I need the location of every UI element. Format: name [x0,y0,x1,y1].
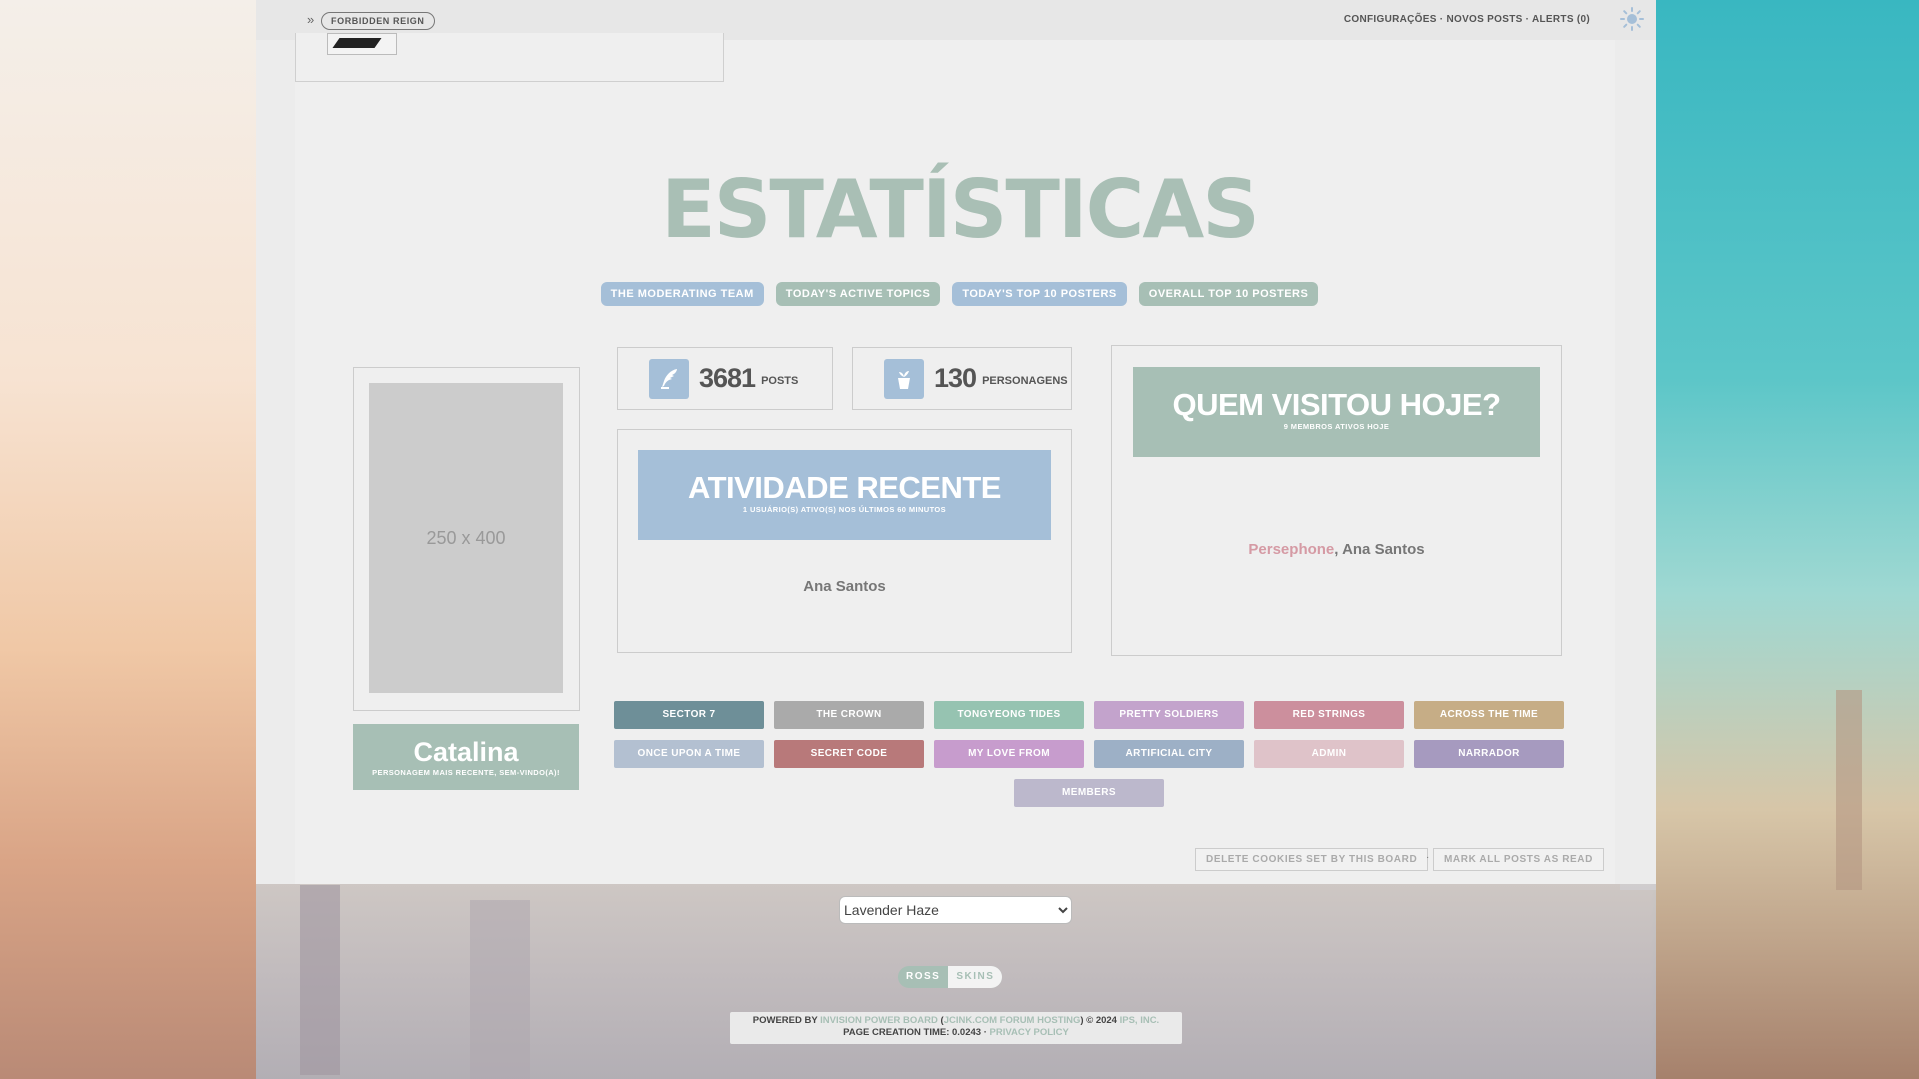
page-creation-time: PAGE CREATION TIME: 0.0243 · [843,1027,990,1038]
posts-count: 3681 [699,363,756,393]
tab-moderating-team[interactable]: THE MODERATING TEAM [600,282,764,306]
newest-member-name: Catalina [413,737,519,767]
recent-activity-header: ATIVIDADE RECENTE 1 USUÁRIO(S) ATIVO(S) … [638,450,1051,540]
visited-today-header: QUEM VISITOU HOJE? 9 MEMBROS ATIVOS HOJE [1133,367,1540,457]
credits-badge-left: ROSS [906,971,941,982]
plant-pot-icon [884,358,924,399]
tab-overall-top-posters[interactable]: OVERALL TOP 10 POSTERS [1138,282,1319,306]
background-tower [300,885,340,1075]
previous-section-box [295,33,724,82]
privacy-policy-link[interactable]: PRIVACY POLICY [990,1027,1069,1038]
nav-separator: · [1436,14,1447,25]
recent-activity-user: Ana Santos [618,578,1071,595]
background-left [0,0,256,1079]
top-nav: CONFIGURAÇÕES · NOVOS POSTS · ALERTS (0) [1344,14,1590,25]
new-posts-link[interactable]: NOVOS POSTS [1446,14,1522,25]
group-tongyeong-tides[interactable]: TONGYEONG TIDES [934,701,1084,729]
tab-todays-active-topics[interactable]: TODAY'S ACTIVE TOPICS [775,282,941,306]
group-across-the-time[interactable]: ACROSS THE TIME [1414,701,1564,729]
recent-activity-title: ATIVIDADE RECENTE [687,470,1002,505]
alerts-link[interactable]: ALERTS (0) [1532,14,1590,25]
visited-today-subtitle: 9 MEMBROS ATIVOS HOJE [1283,422,1390,431]
group-admin[interactable]: ADMIN [1254,740,1404,768]
newest-member-banner[interactable]: Catalina PERSONAGEM MAIS RECENTE, SEM-VI… [353,724,579,790]
copyright-text: POWERED BY [752,1015,821,1026]
credits-badge[interactable]: ROSS SKINS [898,966,1003,988]
group-artificial-city[interactable]: ARTIFICIAL CITY [1094,740,1244,768]
background-tower [470,900,530,1079]
footer-separator: · [1426,852,1430,863]
posts-stat: 3681 POSTS [617,347,833,410]
mark-all-read-button[interactable]: MARK ALL POSTS AS READ [1433,848,1604,871]
settings-link[interactable]: CONFIGURAÇÕES [1344,14,1437,25]
group-pretty-soldiers[interactable]: PRETTY SOLDIERS [1094,701,1244,729]
nav-separator: · [1522,14,1532,25]
stats-title: ESTATÍSTICAS [661,163,1260,256]
skin-select[interactable]: Lavender Haze [839,896,1072,924]
group-secret-code[interactable]: SECRET CODE [774,740,924,768]
copyright: POWERED BY INVISION POWER BOARD (JCINK.C… [730,1012,1182,1044]
characters-count: 130 [934,363,977,393]
jcink-link[interactable]: JCINK.COM FORUM HOSTING [944,1015,1081,1026]
recent-activity-card: ATIVIDADE RECENTE 1 USUÁRIO(S) ATIVO(S) … [617,429,1072,653]
characters-stat: 130 PERSONAGENS [852,347,1072,410]
newest-member-portrait[interactable]: 250 x 400 [369,383,563,693]
background-tower [1836,690,1862,890]
ipb-link[interactable]: INVISION POWER BOARD [820,1015,938,1026]
tab-todays-top-posters[interactable]: TODAY'S TOP 10 POSTERS [952,282,1127,306]
copyright-text: ) © 2024 [1080,1015,1120,1026]
group-red-strings[interactable]: RED STRINGS [1254,701,1404,729]
visited-today-card: QUEM VISITOU HOJE? 9 MEMBROS ATIVOS HOJE… [1111,345,1562,656]
user-link[interactable]: Ana Santos [1342,541,1425,558]
sun-icon[interactable] [1620,7,1644,31]
visited-today-title: QUEM VISITOU HOJE? [1172,387,1501,422]
user-separator: , [1334,541,1343,558]
visited-today-users: Persephone, Ana Santos [1112,541,1561,558]
group-the-crown[interactable]: THE CROWN [774,701,924,729]
posts-label: POSTS [761,375,799,387]
credits-badge-right: SKINS [948,966,1003,988]
group-narrador[interactable]: NARRADOR [1414,740,1564,768]
newest-member-caption: PERSONAGEM MAIS RECENTE, SEM-VINDO(A)! [372,768,560,777]
user-link[interactable]: Ana Santos [803,578,886,595]
group-my-love-from[interactable]: MY LOVE FROM [934,740,1084,768]
group-members[interactable]: MEMBERS [1014,779,1164,807]
breadcrumb-board-link[interactable]: FORBIDDEN REIGN [321,12,435,30]
newest-member-portrait-box: 250 x 400 [353,367,580,711]
group-sector-7[interactable]: SECTOR 7 [614,701,764,729]
ips-link[interactable]: IPS, INC. [1120,1015,1160,1026]
quill-icon [649,358,689,399]
delete-cookies-button[interactable]: DELETE COOKIES SET BY THIS BOARD [1195,848,1429,871]
background-right [1656,0,1919,1079]
user-link[interactable]: Persephone [1248,541,1334,558]
breadcrumb-arrow: » [307,12,315,27]
group-once-upon-a-time[interactable]: ONCE UPON A TIME [614,740,764,768]
recent-activity-subtitle: 1 USUÁRIO(S) ATIVO(S) NOS ÚLTIMOS 60 MIN… [742,505,947,514]
stats-tabs: THE MODERATING TEAM TODAY'S ACTIVE TOPICS… [0,282,1919,306]
characters-label: PERSONAGENS [982,375,1068,387]
thumbnail-image[interactable] [327,33,397,55]
